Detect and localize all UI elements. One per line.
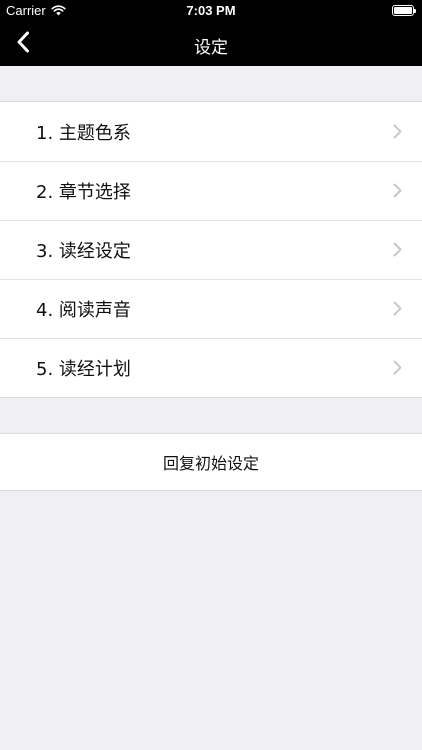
settings-item-label: 5. 读经计划 xyxy=(36,358,131,380)
chevron-right-icon xyxy=(393,183,402,198)
reset-defaults-button[interactable]: 回复初始设定 xyxy=(0,433,422,491)
settings-item-label: 1. 主题色系 xyxy=(36,122,131,144)
settings-item-label: 2. 章节选择 xyxy=(36,181,131,203)
settings-item-reading-voice[interactable]: 4. 阅读声音 xyxy=(0,279,422,338)
reset-defaults-label: 回复初始设定 xyxy=(162,454,259,473)
page-title: 设定 xyxy=(194,38,228,58)
settings-item-reading-plan[interactable]: 5. 读经计划 xyxy=(0,338,422,397)
settings-item-label: 4. 阅读声音 xyxy=(36,299,131,321)
navigation-bar: 设定 xyxy=(0,22,422,66)
settings-item-theme-color[interactable]: 1. 主题色系 xyxy=(0,102,422,161)
chevron-right-icon xyxy=(393,242,402,257)
chevron-right-icon xyxy=(393,124,402,139)
status-bar: Carrier 7:03 PM xyxy=(0,0,422,22)
settings-item-chapter-select[interactable]: 2. 章节选择 xyxy=(0,161,422,220)
settings-list: 1. 主题色系 2. 章节选择 3. 读经设定 4. 阅读声音 5. 读经计划 xyxy=(0,101,422,398)
chevron-right-icon xyxy=(393,360,402,375)
status-time: 7:03 PM xyxy=(186,3,236,18)
chevron-right-icon xyxy=(393,301,402,316)
settings-item-label: 3. 读经设定 xyxy=(36,240,131,262)
settings-item-reading-settings[interactable]: 3. 读经设定 xyxy=(0,220,422,279)
battery-full-icon xyxy=(392,5,416,16)
